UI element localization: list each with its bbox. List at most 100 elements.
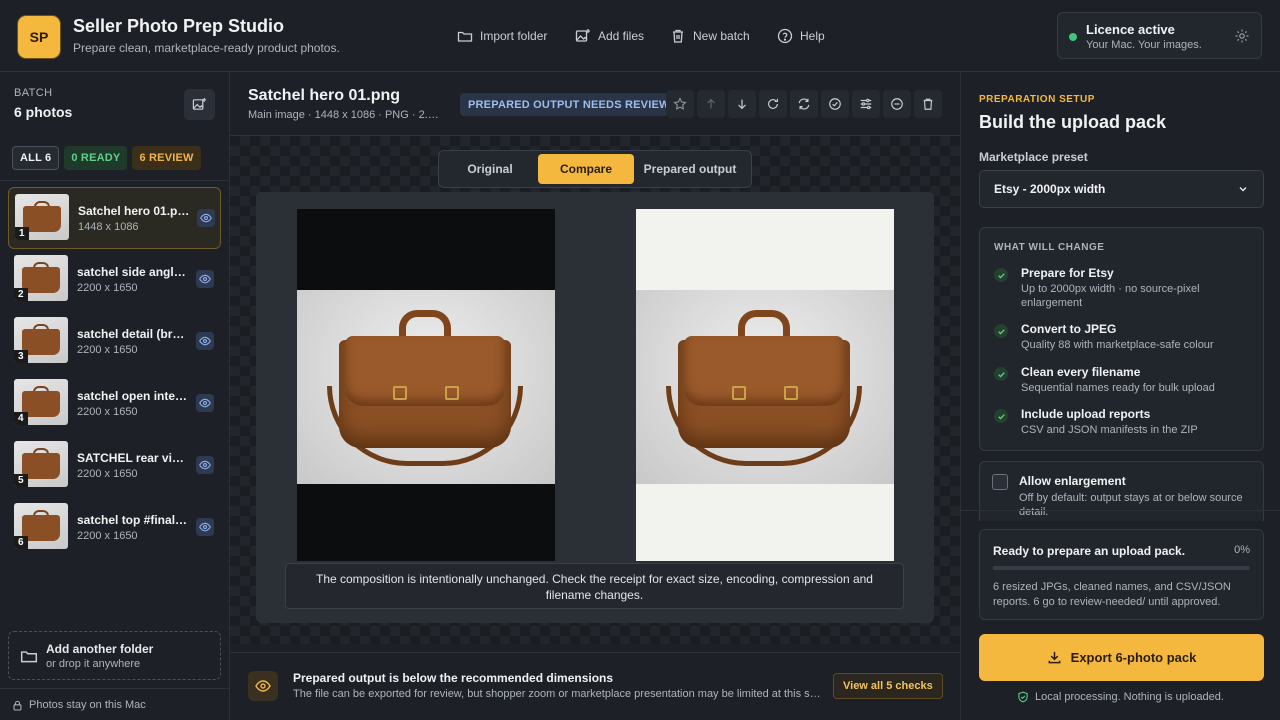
export-label: Export 6-photo pack (1070, 650, 1197, 665)
change-title: Include upload reports (1021, 407, 1151, 421)
add-files-button[interactable]: Add files (575, 27, 644, 45)
gear-icon[interactable] (1234, 28, 1250, 44)
ready-title: Ready to prepare an upload pack. (993, 544, 1186, 558)
app-logo: SP (18, 16, 60, 58)
filter-review[interactable]: 6 REVIEW (132, 146, 201, 170)
eye-icon[interactable] (196, 270, 214, 288)
divider (961, 510, 1280, 511)
help-button[interactable]: Help (777, 27, 825, 45)
local-processing-note: Local processing. Nothing is uploaded. (961, 691, 1280, 703)
tab-original[interactable]: Original (442, 154, 538, 184)
photo-name: SATCHEL rear view.jpg (77, 451, 189, 465)
enlargement-checkbox[interactable] (992, 474, 1008, 490)
import-folder-button[interactable]: Import folder (457, 27, 547, 45)
help-label: Help (800, 29, 825, 43)
original-photo (297, 290, 555, 484)
add-files-label: Add files (598, 29, 645, 43)
photo-list: 1 Satchel hero 01.png 1448 x 1086 2 satc… (0, 187, 229, 559)
approve-button[interactable] (821, 90, 849, 118)
star-button[interactable] (666, 90, 694, 118)
shield-check-icon (1018, 691, 1028, 703)
prepared-pane (636, 209, 894, 561)
photo-list-item[interactable]: 2 satchel side angle.jpg 2200 x 1650 (8, 249, 221, 311)
eye-icon[interactable] (196, 518, 214, 536)
file-meta: Main image · 1448 x 1086 · PNG · 2.2 MB (248, 109, 440, 121)
photo-list-item[interactable]: 3 satchel detail (brass).jpg 2200 x 1650 (8, 311, 221, 373)
app-header: SP Seller Photo Prep Studio Prepare clea… (0, 0, 1280, 72)
photo-number: 2 (14, 288, 28, 301)
photo-list-item[interactable]: 6 satchel top #final.jpg 2200 x 1650 (8, 497, 221, 559)
view-checks-button[interactable]: View all 5 checks (833, 673, 943, 699)
adjust-button[interactable] (852, 90, 880, 118)
photo-dimensions: 2200 x 1650 (77, 344, 138, 356)
folder-icon (457, 31, 473, 42)
eye-icon[interactable] (196, 456, 214, 474)
rotate-icon (768, 98, 778, 109)
photo-dimensions: 2200 x 1650 (77, 468, 138, 480)
sliders-icon (860, 98, 872, 110)
batch-count: 6 photos (14, 104, 73, 120)
add-photos-button[interactable] (184, 89, 215, 120)
rotate-button[interactable] (759, 90, 787, 118)
photo-name: satchel top #final.jpg (77, 513, 189, 527)
photo-thumbnail: 4 (14, 379, 68, 425)
image-plus-icon (192, 97, 207, 110)
eye-icon[interactable] (197, 209, 215, 227)
view-mode-tabs: Original Compare Prepared output (438, 150, 752, 188)
trash-icon (673, 29, 683, 43)
eye-icon[interactable] (196, 394, 214, 412)
folder-icon (20, 651, 38, 663)
batch-sidebar: BATCH 6 photos ALL 6 0 READY 6 REVIEW 1 … (0, 72, 230, 720)
photo-name: satchel open interior.jpg (77, 389, 189, 403)
batch-label: BATCH (14, 87, 53, 99)
image-plus-icon (575, 29, 590, 42)
photo-list-item[interactable]: 5 SATCHEL rear view.jpg 2200 x 1650 (8, 435, 221, 497)
filter-chips: ALL 6 0 READY 6 REVIEW (12, 146, 201, 170)
filter-ready[interactable]: 0 READY (64, 146, 128, 170)
change-title: Prepare for Etsy (1021, 266, 1114, 280)
import-folder-label: Import folder (480, 29, 548, 43)
eye-icon[interactable] (196, 332, 214, 350)
move-up-button[interactable] (697, 90, 725, 118)
local-processing-text: Local processing. Nothing is uploaded. (1035, 691, 1224, 703)
photo-number: 4 (14, 412, 28, 425)
new-batch-button[interactable]: New batch (670, 27, 750, 45)
change-desc: Quality 88 with marketplace-safe colour (1021, 339, 1214, 351)
lock-icon (13, 700, 22, 710)
changes-card: WHAT WILL CHANGE Prepare for Etsy Up to … (979, 227, 1264, 451)
change-title: Convert to JPEG (1021, 322, 1117, 336)
photo-list-item[interactable]: 4 satchel open interior.jpg 2200 x 1650 (8, 373, 221, 435)
photo-thumbnail: 3 (14, 317, 68, 363)
change-desc: Up to 2000px width · no source-pixel enl… (1021, 283, 1200, 309)
move-down-button[interactable] (728, 90, 756, 118)
privacy-text: Photos stay on this Mac (29, 699, 146, 711)
photo-list-item[interactable]: 1 Satchel hero 01.png 1448 x 1086 (8, 187, 221, 249)
licence-title: Licence active (1086, 22, 1175, 37)
photo-thumbnail: 2 (14, 255, 68, 301)
warning-title: Prepared output is below the recommended… (293, 671, 614, 685)
divider (0, 180, 229, 181)
app-title: Seller Photo Prep Studio (73, 16, 285, 36)
exclude-button[interactable] (883, 90, 911, 118)
photo-dimensions: 1448 x 1086 (78, 221, 139, 233)
delete-button[interactable] (914, 90, 942, 118)
check-icon (994, 409, 1008, 423)
reprocess-button[interactable] (790, 90, 818, 118)
image-canvas: Original Compare Prepared output The com… (230, 136, 960, 644)
photo-number: 3 (14, 350, 28, 363)
licence-status: Licence active Your Mac. Your images. (1057, 12, 1262, 59)
marketplace-preset-select[interactable]: Etsy - 2000px width (979, 170, 1264, 208)
photo-name: satchel side angle.jpg (77, 265, 189, 279)
add-folder-dropzone[interactable]: Add another folder or drop it anywhere (8, 631, 221, 680)
tab-compare[interactable]: Compare (538, 154, 634, 184)
export-button[interactable]: Export 6-photo pack (979, 634, 1264, 681)
download-icon (1048, 651, 1061, 664)
filter-all[interactable]: ALL 6 (12, 146, 60, 170)
ready-desc: 6 resized JPGs, cleaned names, and CSV/J… (993, 581, 1231, 608)
tab-prepared-output[interactable]: Prepared output (634, 154, 746, 184)
licence-subtitle: Your Mac. Your images. (1086, 39, 1202, 51)
photo-number: 6 (14, 536, 28, 549)
enlargement-option: Allow enlargement Off by default: output… (979, 461, 1264, 521)
original-pane (297, 209, 555, 561)
photo-name: Satchel hero 01.png (78, 204, 190, 218)
